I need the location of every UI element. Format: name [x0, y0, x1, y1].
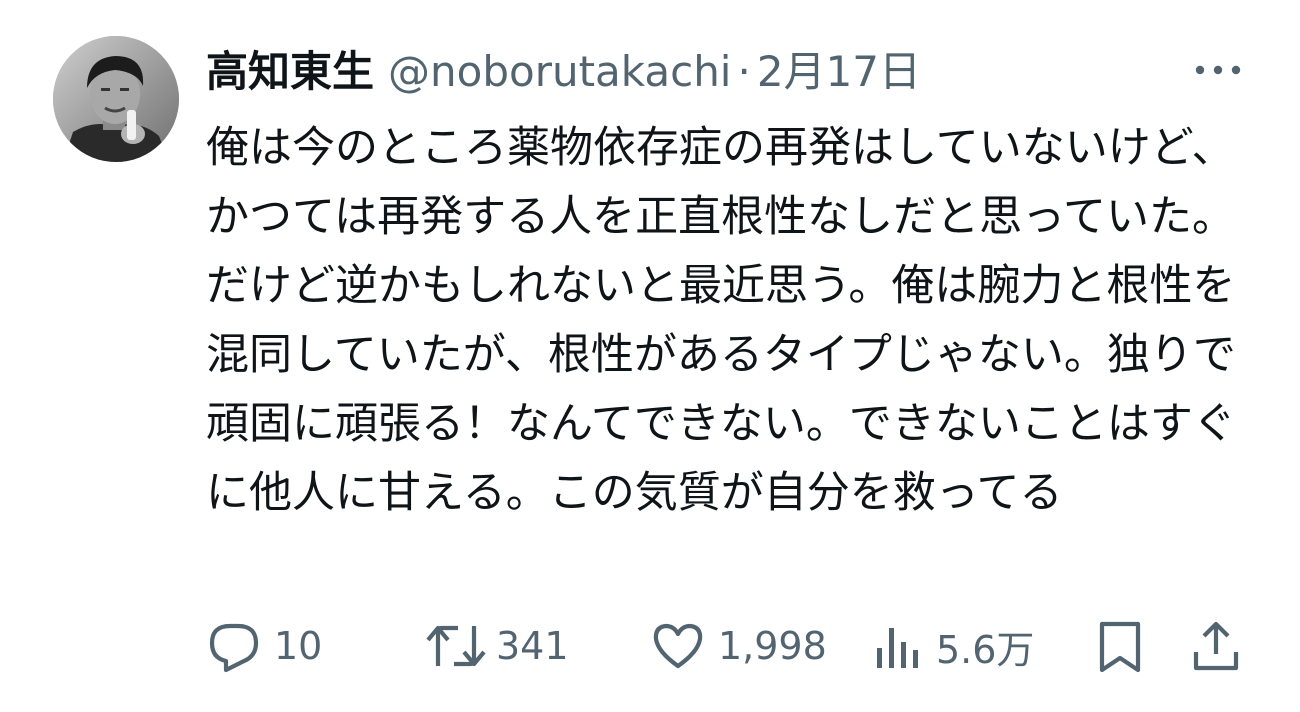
like-button[interactable]: 1,998: [650, 614, 827, 678]
like-count: 1,998: [718, 624, 827, 668]
repost-button[interactable]: 341: [424, 614, 569, 678]
share-upload-icon: [1193, 621, 1239, 671]
reply-count: 10: [274, 624, 323, 668]
reply-bubble-icon: [209, 623, 259, 673]
tweet: 高知東生 @noborutakachi · 2月17日 俺は今のところ薬物依存症…: [0, 0, 1300, 712]
avatar-photo: [53, 36, 179, 162]
avatar[interactable]: [53, 36, 179, 162]
reply-button[interactable]: 10: [206, 614, 322, 678]
more-options-button[interactable]: [1190, 50, 1246, 90]
bar-chart-icon: [877, 628, 918, 668]
views-button[interactable]: 5.6万: [872, 614, 1034, 678]
share-button[interactable]: [1188, 614, 1244, 678]
header-separator: ·: [737, 47, 751, 96]
post-text: 俺は今のところ薬物依存症の再発はしていないけど、かつては再発する人を正直根性なし…: [206, 123, 1236, 518]
author-display-name[interactable]: 高知東生: [206, 44, 374, 100]
author-handle[interactable]: @noborutakachi: [388, 44, 731, 100]
bookmark-icon: [1099, 621, 1141, 673]
heart-icon: [653, 623, 703, 669]
bookmark-button[interactable]: [1094, 614, 1146, 678]
post-timestamp[interactable]: 2月17日: [757, 44, 921, 100]
more-horizontal-icon: [1195, 65, 1241, 75]
post-header: 高知東生 @noborutakachi · 2月17日: [206, 44, 921, 100]
repost-arrows-icon: [426, 625, 486, 667]
repost-count: 341: [496, 624, 569, 668]
views-count: 5.6万: [936, 627, 1035, 672]
action-bar: 10 341 1,998 5.6万: [0, 614, 1300, 678]
